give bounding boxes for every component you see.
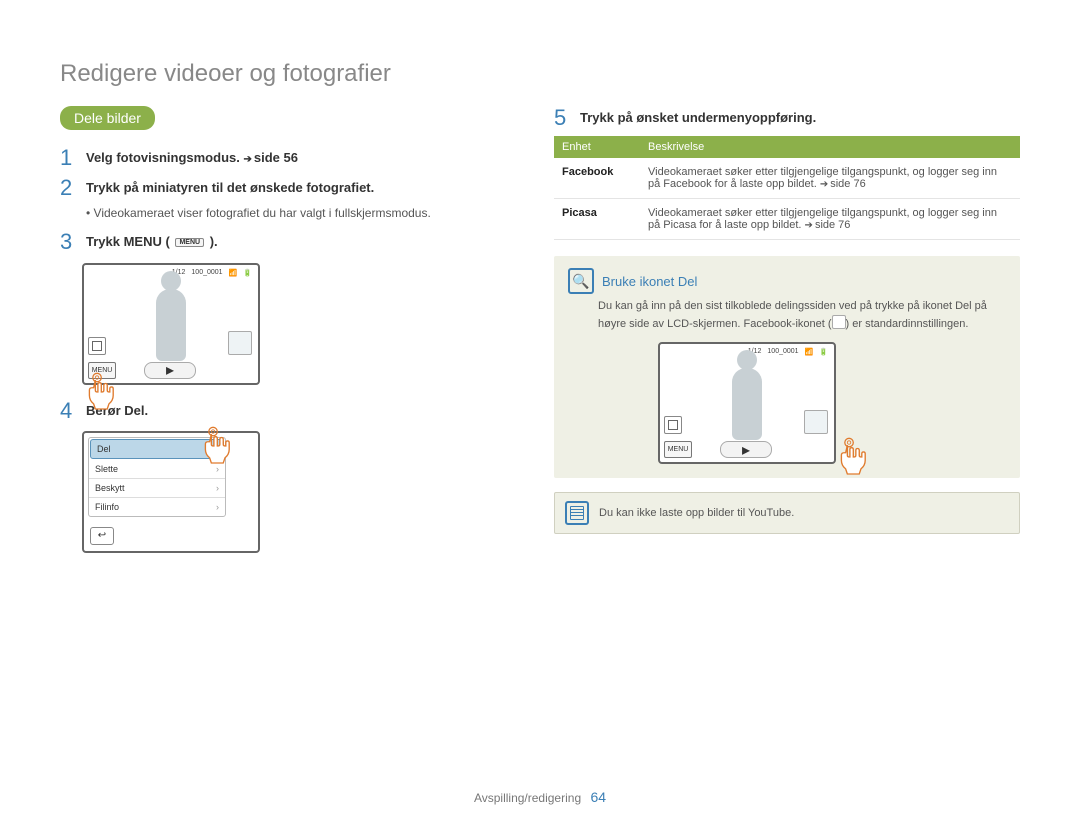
desc-facebook: Videokameraet søker etter tilgjengelige … [640,158,1020,199]
note-box: Du kan ikke laste opp bilder til YouTube… [554,492,1020,534]
step-text: Trykk på ønsket undermenyoppføring. [580,106,816,125]
chevron-right-icon: › [216,483,219,493]
step-3-text-b: ). [210,234,218,249]
note-icon [565,501,589,525]
menu-list-item-beskytt: Beskytt› [89,479,225,498]
menu-chip-icon: MENU [175,238,204,247]
lcd-playback-control-icon: ▸ [144,362,196,379]
chevron-right-icon: › [216,502,219,512]
tap-hand-icon [86,371,120,413]
desc-picasa: Videokameraet søker etter tilgjengelige … [640,199,1020,240]
submenu-table: Enhet Beskrivelse Facebook Videokameraet… [554,136,1020,240]
battery-icon: 🔋 [243,269,252,277]
lcd-menu-button: MENU [664,441,692,458]
share-area-icon [804,410,828,434]
lcd-illustration-menu: Del› Slette› Beskytt› Filinfo› ↩ [82,431,272,553]
step-text: Trykk på miniatyren til det ønskede foto… [86,176,374,195]
step-text: Trykk MENU ( MENU ). [86,230,218,249]
lcd-filecode: 100_0001 [767,348,798,356]
back-button-icon: ↩ [90,527,114,545]
tap-hand-icon [202,425,236,467]
lcd-filecode: 100_0001 [191,269,222,277]
right-column: 5 Trykk på ønsket undermenyoppføring. En… [554,106,1020,567]
step-number: 5 [554,106,572,130]
step-3: 3 Trykk MENU ( MENU ). [60,230,526,254]
step-number: 2 [60,176,78,200]
page-title: Redigere videoer og fotografier [60,60,1020,88]
lcd-illustration-share: 1/12 100_0001 📶 🔋 MENU ▸ [658,342,848,464]
battery-icon: 🔋 [819,348,828,356]
step-3-text-a: Trykk MENU ( [86,234,170,249]
thumbnail-button-icon [664,416,682,434]
footer-section: Avspilling/redigering [474,791,581,805]
photo-silhouette [732,368,762,440]
footer-page-number: 64 [590,789,606,805]
tap-hand-icon [838,436,872,478]
section-heading-pill: Dele bilder [60,106,155,130]
thumbnail-button-icon [88,337,106,355]
page-footer: Avspilling/redigering 64 [0,789,1080,805]
unit-picasa: Picasa [554,199,640,240]
table-header-desc: Beskrivelse [640,136,1020,158]
step-1-text: Velg fotovisningsmodus. [86,150,240,165]
step-4: 4 Berør Del. [60,399,526,423]
wifi-icon: 📶 [229,269,238,277]
page-ref: side 56 [254,150,298,165]
step-number: 1 [60,146,78,170]
step-2-note: Videokameraet viser fotografiet du har v… [86,206,526,220]
wifi-icon: 📶 [805,348,814,356]
lcd-illustration-photo: 1/12 100_0001 📶 🔋 MENU ▸ [82,263,272,385]
info-panel-share-icon: 🔍 Bruke ikonet Del Du kan gå inn på den … [554,256,1020,478]
menu-list-item-filinfo: Filinfo› [89,498,225,516]
unit-facebook: Facebook [554,158,640,199]
table-row: Facebook Videokameraet søker etter tilgj… [554,158,1020,199]
step-text: Velg fotovisningsmodus. side 56 [86,146,298,165]
share-area-icon [228,331,252,355]
page-ref-arrow-icon [805,219,815,231]
left-column: Dele bilder 1 Velg fotovisningsmodus. si… [60,106,526,567]
step-1: 1 Velg fotovisningsmodus. side 56 [60,146,526,170]
step-number: 4 [60,399,78,423]
facebook-chip-icon [832,315,846,329]
photo-silhouette [156,289,186,361]
step-5: 5 Trykk på ønsket undermenyoppføring. [554,106,1020,130]
magnifier-icon: 🔍 [568,268,594,294]
step-number: 3 [60,230,78,254]
panel-title: Bruke ikonet Del [602,274,697,289]
note-text: Du kan ikke laste opp bilder til YouTube… [599,507,794,519]
lcd-playback-control-icon: ▸ [720,441,772,458]
table-row: Picasa Videokameraet søker etter tilgjen… [554,199,1020,240]
page-ref-arrow-icon [243,150,253,165]
table-header-unit: Enhet [554,136,640,158]
step-2: 2 Trykk på miniatyren til det ønskede fo… [60,176,526,200]
page-ref-arrow-icon [820,178,830,190]
panel-text: Du kan gå inn på den sist tilkoblede del… [598,298,1006,332]
